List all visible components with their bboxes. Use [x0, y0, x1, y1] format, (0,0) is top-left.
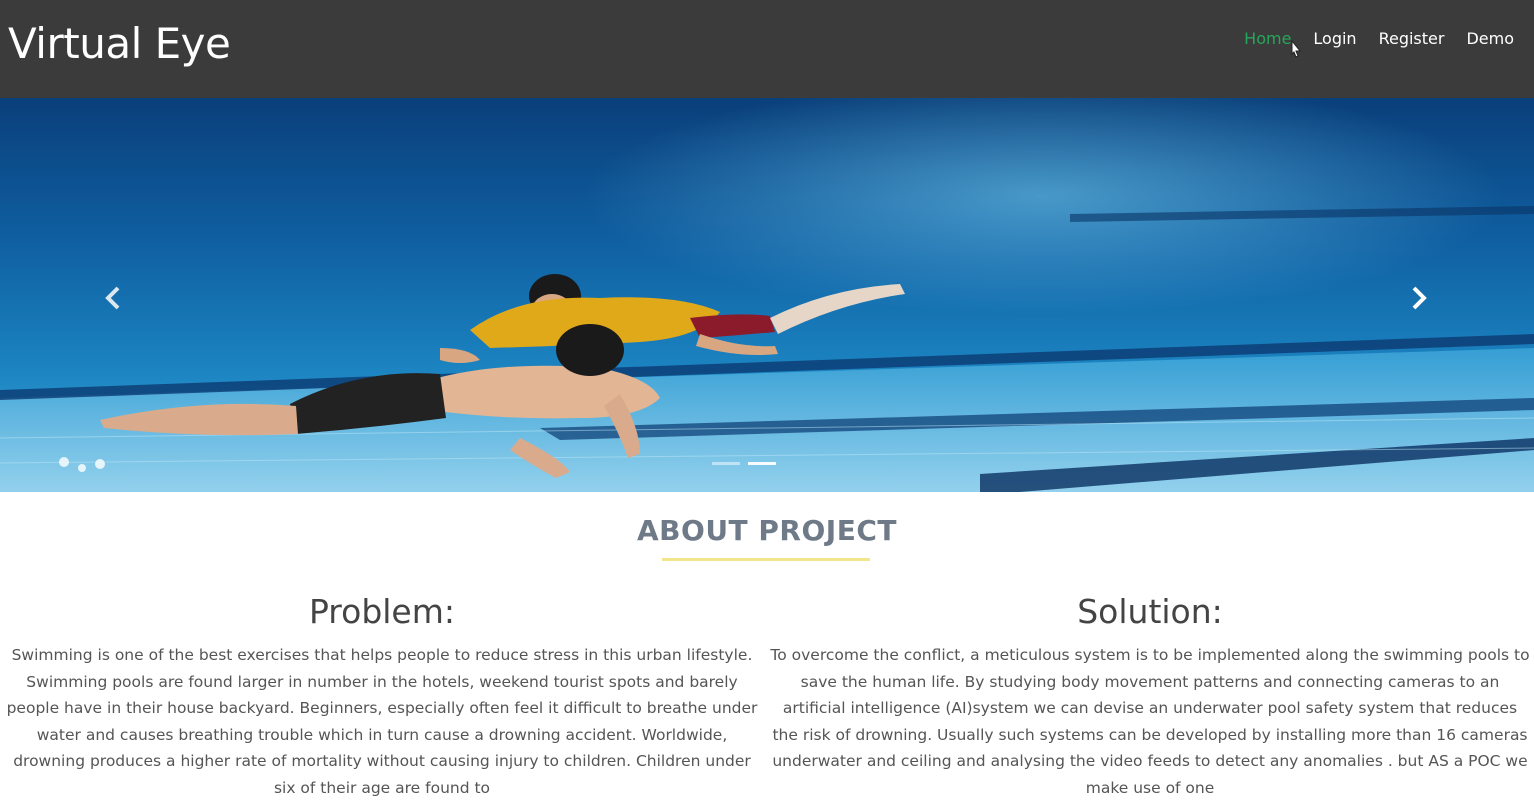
- chevron-right-icon: [1412, 286, 1427, 310]
- nav-link-demo[interactable]: Demo: [1466, 28, 1514, 50]
- carousel-indicators: [712, 462, 776, 465]
- carousel-next-button[interactable]: [1398, 278, 1438, 318]
- problem-heading: Problem:: [308, 592, 456, 631]
- nav-links: Home Login Register Demo: [1222, 28, 1514, 50]
- solution-heading: Solution:: [1077, 592, 1223, 631]
- carousel-indicator-1[interactable]: [712, 462, 740, 465]
- solution-text: To overcome the conflict, a meticulous s…: [770, 646, 1530, 797]
- heading-underline: [662, 558, 870, 561]
- brand-logo[interactable]: Virtual Eye: [8, 18, 231, 70]
- mouse-pointer-icon: [1291, 40, 1302, 58]
- solution-column: Solution: To overcome the conflict, a me…: [770, 590, 1530, 801]
- chevron-left-icon: [105, 286, 120, 310]
- nav-link-login[interactable]: Login: [1313, 28, 1356, 50]
- nav-link-register[interactable]: Register: [1379, 28, 1445, 50]
- carousel-indicator-2[interactable]: [748, 462, 776, 465]
- nav-link-home[interactable]: Home: [1244, 28, 1291, 50]
- problem-text: Swimming is one of the best exercises th…: [6, 646, 758, 797]
- hero-carousel: [0, 98, 1534, 492]
- navbar: Virtual Eye Home Login Register Demo: [0, 0, 1534, 98]
- underwater-rescue-image: [0, 98, 1534, 492]
- about-project-heading: ABOUT PROJECT: [637, 514, 897, 547]
- problem-column: Problem: Swimming is one of the best exe…: [2, 590, 762, 801]
- carousel-prev-button[interactable]: [94, 278, 134, 318]
